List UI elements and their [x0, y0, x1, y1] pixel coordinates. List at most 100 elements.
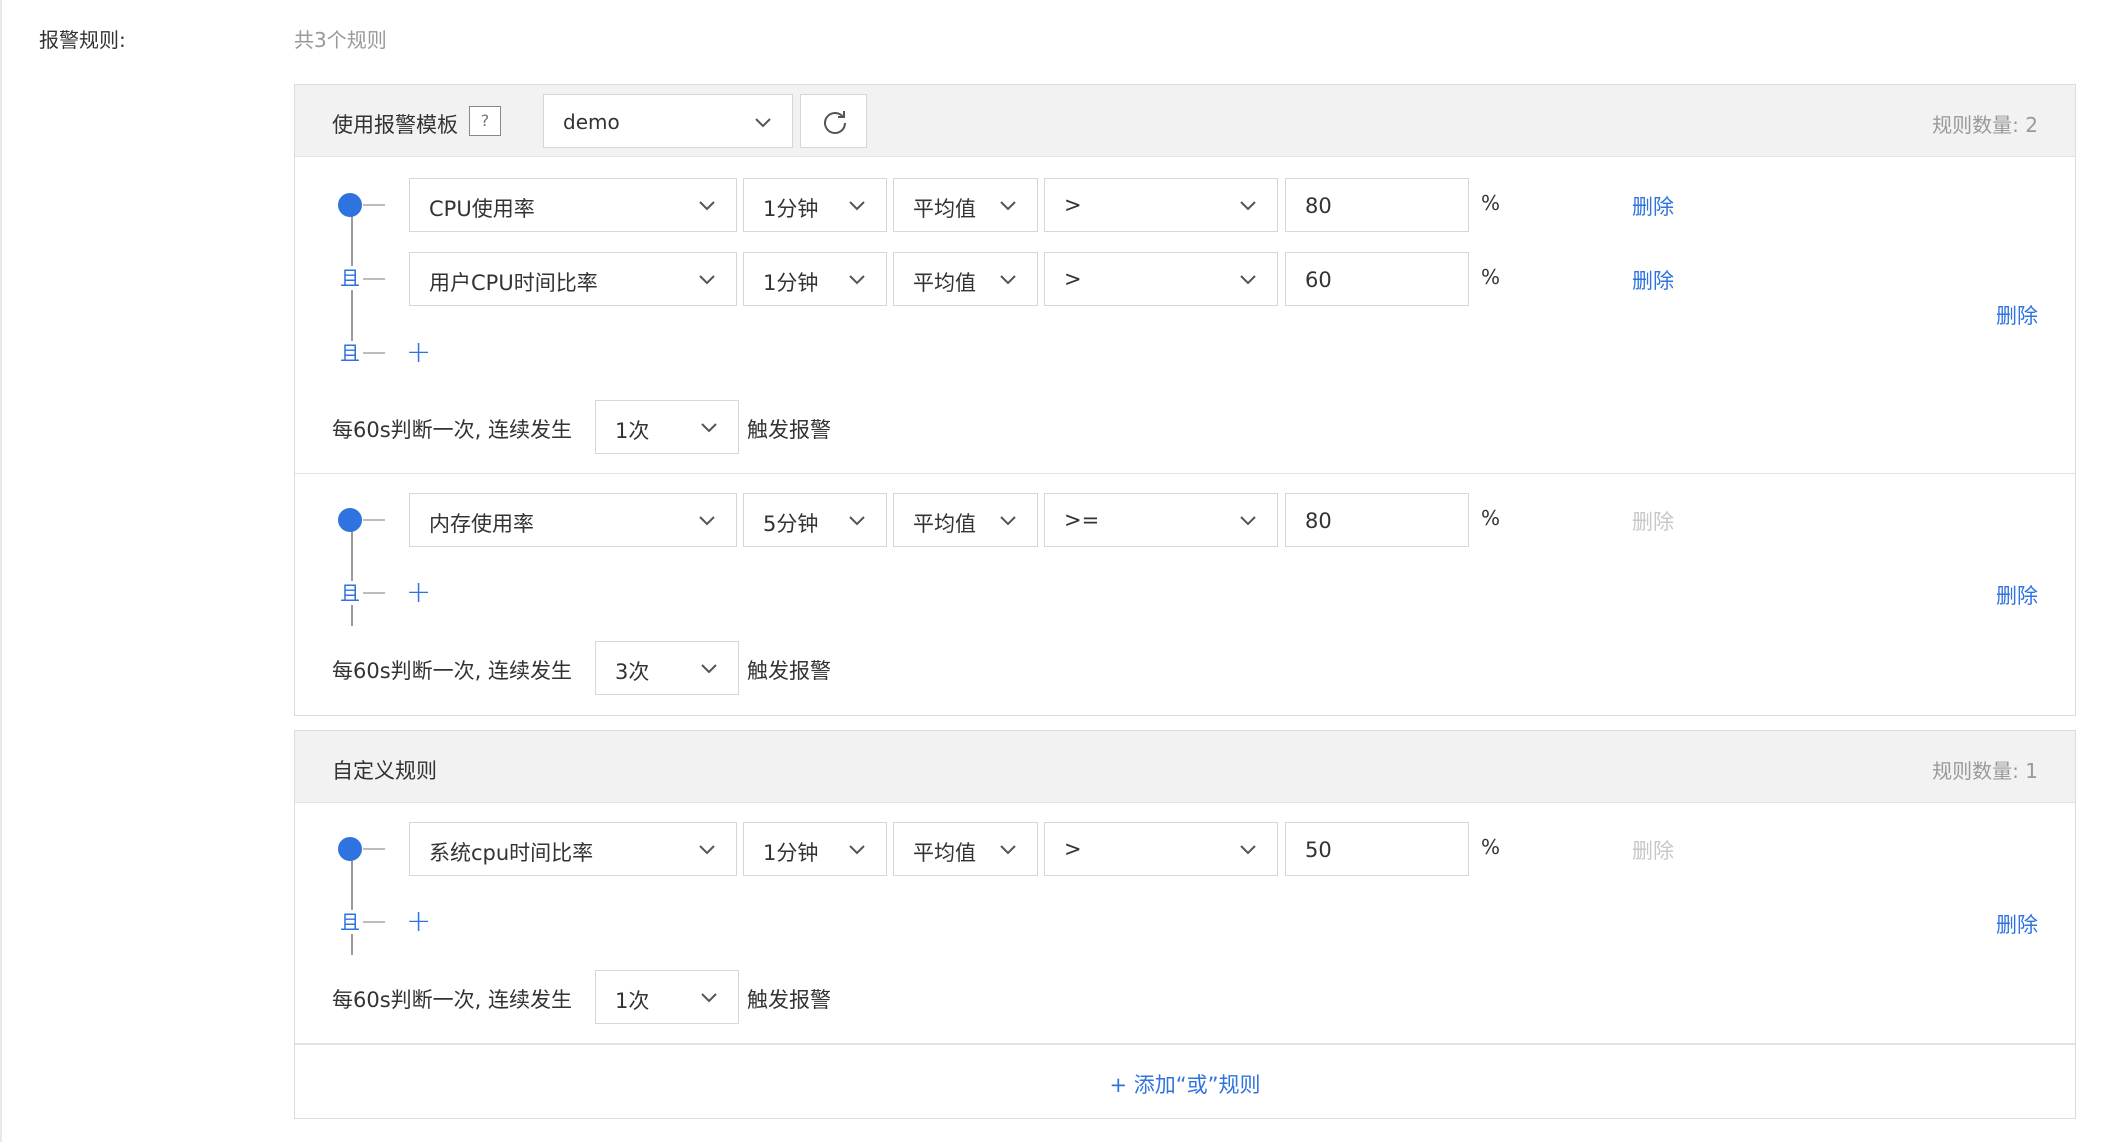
statistic-select[interactable]: 平均值 — [893, 178, 1038, 232]
chevron-down-icon — [848, 270, 866, 288]
delete-group-link[interactable]: 删除 — [1996, 300, 2038, 330]
statistic-select[interactable]: 平均值 — [893, 493, 1038, 547]
and-label: 且 — [340, 266, 360, 290]
connector-dash — [363, 278, 385, 280]
and-label: 且 — [340, 341, 360, 365]
threshold-input[interactable]: 80 — [1285, 493, 1469, 547]
trigger-suffix-text: 触发报警 — [747, 418, 831, 442]
times-select[interactable]: 3次 — [595, 641, 739, 695]
add-or-rule-button[interactable]: + 添加“或”规则 — [295, 1069, 2075, 1099]
percent-unit: % — [1481, 506, 1501, 530]
operator-value: > — [1064, 267, 1082, 291]
rule-group: CPU使用率 1分钟 平均值 > 80 % 删除 且 用户CPU时间比率 1分钟… — [295, 157, 2075, 474]
percent-unit: % — [1481, 265, 1501, 289]
period-select[interactable]: 1分钟 — [743, 252, 887, 306]
trigger-row: 每60s判断一次, 连续发生 1次 触发报警 — [332, 400, 932, 454]
operator-select[interactable]: > — [1044, 178, 1278, 232]
trigger-row: 每60s判断一次, 连续发生 3次 触发报警 — [332, 641, 932, 695]
add-condition-plus-icon[interactable]: + — [406, 907, 431, 937]
operator-select[interactable]: >= — [1044, 493, 1278, 547]
template-select-value: demo — [563, 110, 620, 134]
condition-node-dot — [338, 508, 362, 532]
chevron-down-icon — [848, 196, 866, 214]
delete-condition-link-disabled: 删除 — [1632, 510, 1674, 534]
and-label: 且 — [340, 910, 360, 934]
times-value: 1次 — [615, 419, 650, 443]
add-condition-plus-icon[interactable]: + — [406, 338, 431, 368]
chevron-down-icon — [700, 988, 718, 1006]
chevron-down-icon — [999, 196, 1017, 214]
metric-select[interactable]: 内存使用率 — [409, 493, 737, 547]
custom-panel-header: 自定义规则 规则数量: 1 — [295, 731, 2075, 803]
statistic-value: 平均值 — [913, 197, 976, 221]
period-value: 1分钟 — [763, 197, 819, 221]
condition-node-dot — [338, 193, 362, 217]
refresh-button[interactable] — [800, 94, 867, 148]
add-condition-plus-icon[interactable]: + — [406, 578, 431, 608]
metric-select[interactable]: CPU使用率 — [409, 178, 737, 232]
connector-dash — [363, 921, 385, 923]
statistic-value: 平均值 — [913, 512, 976, 536]
chevron-down-icon — [700, 418, 718, 436]
trigger-suffix-text: 触发报警 — [747, 659, 831, 683]
chevron-down-icon — [848, 840, 866, 858]
chevron-down-icon — [700, 659, 718, 677]
operator-value: > — [1064, 193, 1082, 217]
times-select[interactable]: 1次 — [595, 400, 739, 454]
metric-select[interactable]: 用户CPU时间比率 — [409, 252, 737, 306]
operator-select[interactable]: > — [1044, 252, 1278, 306]
threshold-value: 80 — [1305, 509, 1332, 533]
threshold-input[interactable]: 60 — [1285, 252, 1469, 306]
alarm-rules-label: 报警规则: — [39, 28, 126, 52]
statistic-value: 平均值 — [913, 841, 976, 865]
chevron-down-icon — [698, 840, 716, 858]
times-value: 1次 — [615, 989, 650, 1013]
chevron-down-icon — [999, 840, 1017, 858]
delete-condition-link-disabled: 删除 — [1632, 839, 1674, 863]
period-select[interactable]: 5分钟 — [743, 493, 887, 547]
period-select[interactable]: 1分钟 — [743, 178, 887, 232]
threshold-value: 80 — [1305, 194, 1332, 218]
rules-summary: 共3个规则 — [294, 28, 387, 52]
chevron-down-icon — [754, 113, 772, 131]
template-select[interactable]: demo — [543, 94, 793, 148]
operator-value: > — [1064, 837, 1082, 861]
custom-rules-title: 自定义规则 — [332, 759, 437, 783]
times-select[interactable]: 1次 — [595, 970, 739, 1024]
trigger-suffix-text: 触发报警 — [747, 988, 831, 1012]
delete-group-link[interactable]: 删除 — [1996, 909, 2038, 939]
chevron-down-icon — [1239, 840, 1257, 858]
metric-select[interactable]: 系统cpu时间比率 — [409, 822, 737, 876]
period-value: 5分钟 — [763, 512, 819, 536]
statistic-select[interactable]: 平均值 — [893, 822, 1038, 876]
chevron-down-icon — [1239, 511, 1257, 529]
connector-dash — [363, 519, 385, 521]
metric-value: 内存使用率 — [429, 512, 534, 536]
operator-select[interactable]: > — [1044, 822, 1278, 876]
metric-value: 系统cpu时间比率 — [429, 841, 594, 865]
chevron-down-icon — [999, 270, 1017, 288]
threshold-input[interactable]: 80 — [1285, 178, 1469, 232]
delete-condition-link[interactable]: 删除 — [1632, 265, 1674, 295]
trigger-prefix-text: 每60s判断一次, 连续发生 — [332, 988, 573, 1012]
statistic-select[interactable]: 平均值 — [893, 252, 1038, 306]
chevron-down-icon — [1239, 270, 1257, 288]
chevron-down-icon — [1239, 196, 1257, 214]
period-select[interactable]: 1分钟 — [743, 822, 887, 876]
percent-unit: % — [1481, 835, 1501, 859]
rule-group: 内存使用率 5分钟 平均值 >= 80 % 删除 且 + 删除 每60s判断一次… — [295, 474, 2075, 715]
connector-dash — [363, 204, 385, 206]
trigger-prefix-text: 每60s判断一次, 连续发生 — [332, 659, 573, 683]
metric-value: 用户CPU时间比率 — [429, 271, 598, 295]
template-panel-header: 使用报警模板 ? demo 规则数量: 2 — [295, 85, 2075, 157]
delete-condition-link[interactable]: 删除 — [1632, 191, 1674, 221]
percent-unit: % — [1481, 191, 1501, 215]
help-icon[interactable]: ? — [469, 106, 501, 136]
period-value: 1分钟 — [763, 271, 819, 295]
page-left-border — [0, 0, 2, 1142]
delete-group-link[interactable]: 删除 — [1996, 580, 2038, 610]
trigger-row: 每60s判断一次, 连续发生 1次 触发报警 — [332, 970, 932, 1024]
chevron-down-icon — [698, 196, 716, 214]
rule-group: 系统cpu时间比率 1分钟 平均值 > 50 % 删除 且 + 删除 每60s判… — [295, 803, 2075, 1044]
threshold-input[interactable]: 50 — [1285, 822, 1469, 876]
